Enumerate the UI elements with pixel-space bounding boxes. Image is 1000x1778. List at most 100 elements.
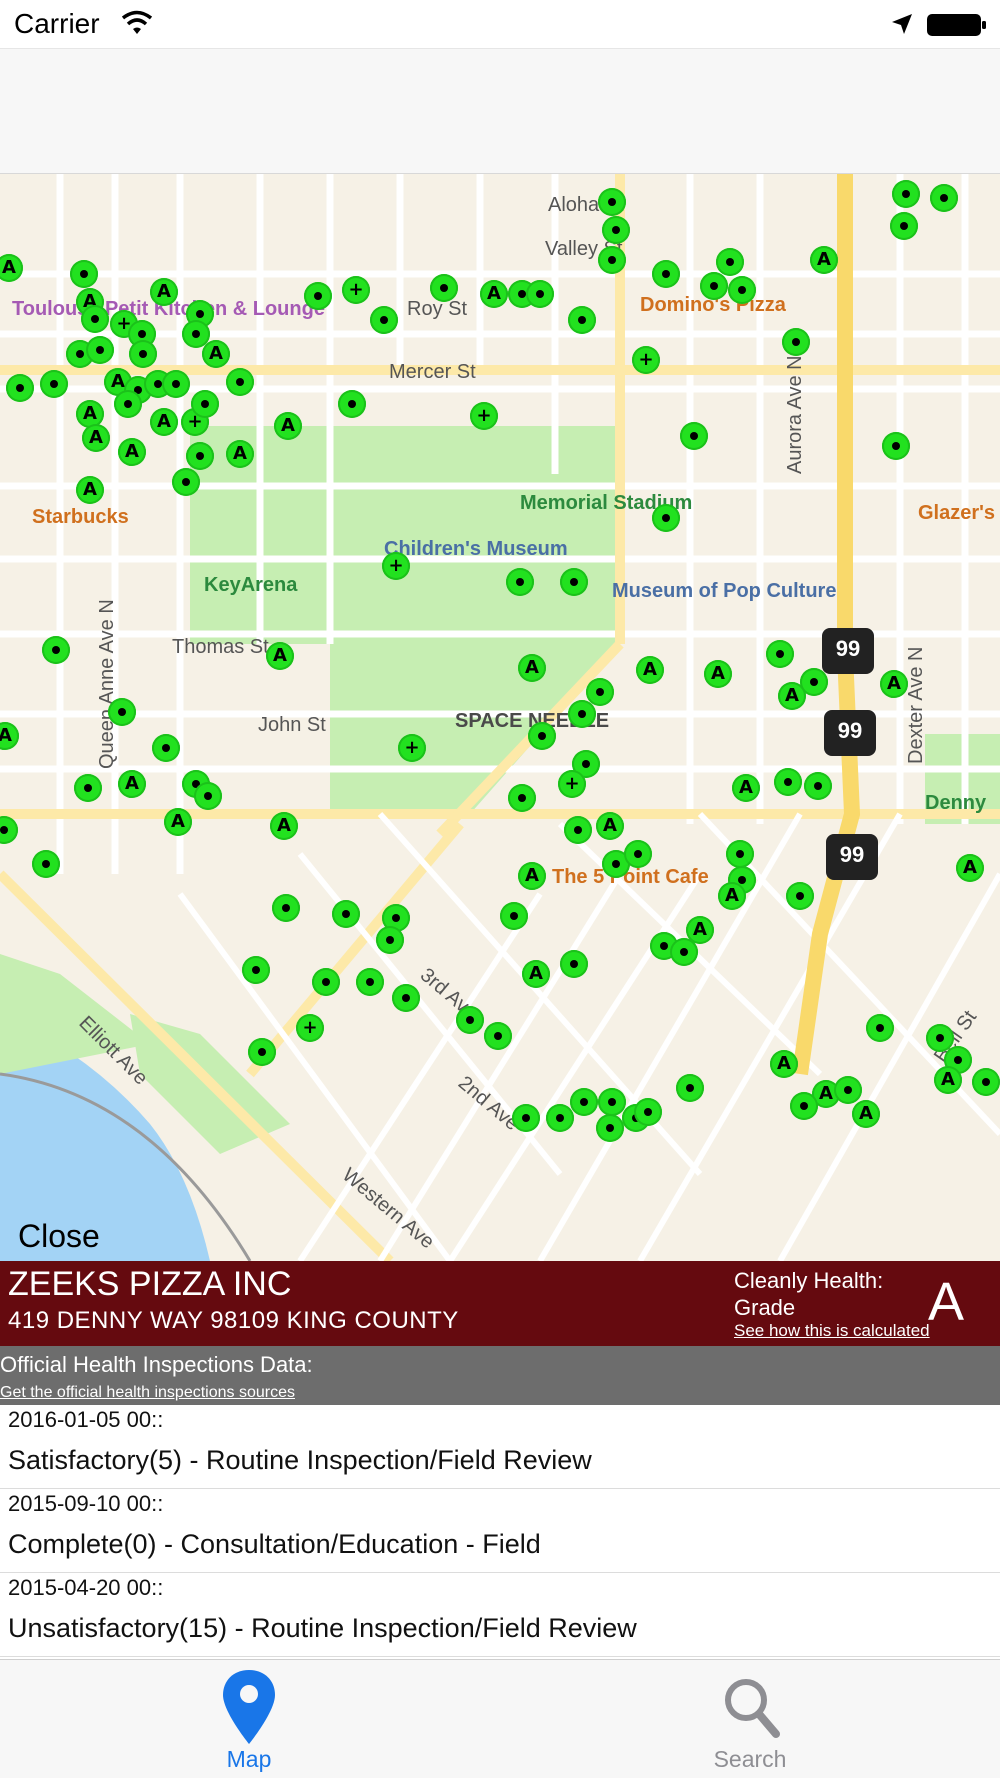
restaurant-marker[interactable]: A [480, 280, 508, 308]
restaurant-marker[interactable]: A [852, 1100, 880, 1128]
restaurant-marker[interactable] [586, 678, 614, 706]
restaurant-marker[interactable]: A [732, 774, 760, 802]
restaurant-marker[interactable] [242, 956, 270, 984]
restaurant-marker[interactable]: A [76, 476, 104, 504]
restaurant-marker[interactable] [596, 1114, 624, 1142]
restaurant-marker[interactable] [890, 212, 918, 240]
restaurant-marker[interactable] [528, 722, 556, 750]
inspection-row[interactable]: 2016-01-05 00:: Satisfactory(5) - Routin… [0, 1405, 1000, 1489]
restaurant-marker[interactable] [564, 816, 592, 844]
restaurant-marker[interactable] [512, 1104, 540, 1132]
restaurant-marker[interactable]: + [296, 1014, 324, 1042]
restaurant-marker[interactable]: A [518, 862, 546, 890]
restaurant-marker[interactable] [652, 260, 680, 288]
restaurant-marker[interactable] [728, 276, 756, 304]
restaurant-marker[interactable]: + [398, 734, 426, 762]
restaurant-marker[interactable]: A [596, 812, 624, 840]
restaurant-marker[interactable] [972, 1068, 1000, 1096]
restaurant-marker[interactable] [774, 768, 802, 796]
restaurant-marker[interactable]: + [470, 402, 498, 430]
restaurant-marker[interactable]: A [150, 408, 178, 436]
inspection-row[interactable]: 2015-04-20 00:: Unsatisfactory(15) - Rou… [0, 1573, 1000, 1657]
restaurant-marker[interactable]: A [718, 882, 746, 910]
restaurant-marker[interactable] [882, 432, 910, 460]
restaurant-marker[interactable] [272, 894, 300, 922]
restaurant-marker[interactable] [191, 390, 219, 418]
restaurant-marker[interactable] [680, 422, 708, 450]
restaurant-marker[interactable]: A [636, 656, 664, 684]
restaurant-marker[interactable] [370, 306, 398, 334]
restaurant-marker[interactable] [86, 336, 114, 364]
restaurant-marker[interactable] [766, 640, 794, 668]
restaurant-marker[interactable]: A [266, 642, 294, 670]
restaurant-marker[interactable]: A [202, 340, 230, 368]
restaurant-marker[interactable] [114, 390, 142, 418]
close-button[interactable]: Close [18, 1218, 100, 1255]
restaurant-marker[interactable]: A [810, 246, 838, 274]
restaurant-marker[interactable] [786, 882, 814, 910]
restaurant-marker[interactable] [332, 900, 360, 928]
restaurant-marker[interactable]: A [226, 440, 254, 468]
restaurant-marker[interactable] [892, 180, 920, 208]
restaurant-marker[interactable] [6, 374, 34, 402]
restaurant-marker[interactable] [312, 968, 340, 996]
restaurant-marker[interactable]: A [934, 1066, 962, 1094]
restaurant-marker[interactable] [74, 774, 102, 802]
restaurant-marker[interactable] [804, 772, 832, 800]
restaurant-marker[interactable] [560, 568, 588, 596]
restaurant-marker[interactable]: A [164, 808, 192, 836]
restaurant-marker[interactable] [700, 272, 728, 300]
restaurant-marker[interactable] [162, 370, 190, 398]
restaurant-marker[interactable]: A [274, 412, 302, 440]
restaurant-marker[interactable]: A [118, 438, 146, 466]
restaurant-marker[interactable] [560, 950, 588, 978]
restaurant-marker[interactable] [484, 1022, 512, 1050]
restaurant-marker[interactable]: A [956, 854, 984, 882]
restaurant-marker[interactable] [598, 188, 626, 216]
restaurant-marker[interactable] [430, 274, 458, 302]
grade-calculation-link[interactable]: See how this is calculated [734, 1321, 930, 1341]
restaurant-marker[interactable] [652, 504, 680, 532]
restaurant-marker[interactable] [129, 340, 157, 368]
restaurant-marker[interactable] [568, 700, 596, 728]
restaurant-marker[interactable] [602, 216, 630, 244]
restaurant-marker[interactable] [356, 968, 384, 996]
restaurant-marker[interactable] [670, 938, 698, 966]
tab-map[interactable]: Map [149, 1660, 349, 1778]
restaurant-marker[interactable]: A [82, 424, 110, 452]
restaurant-marker[interactable]: A [704, 660, 732, 688]
official-sources-link[interactable]: Get the official health inspections sour… [0, 1384, 295, 1402]
restaurant-marker[interactable] [108, 698, 136, 726]
restaurant-marker[interactable]: A [880, 670, 908, 698]
restaurant-marker[interactable] [716, 248, 744, 276]
restaurant-marker[interactable]: A [150, 278, 178, 306]
restaurant-marker[interactable] [508, 784, 536, 812]
restaurant-marker[interactable] [81, 305, 109, 333]
restaurant-marker[interactable]: + [632, 346, 660, 374]
restaurant-marker[interactable] [456, 1006, 484, 1034]
restaurant-marker[interactable] [930, 184, 958, 212]
restaurant-marker[interactable] [40, 370, 68, 398]
restaurant-marker[interactable] [152, 734, 180, 762]
restaurant-marker[interactable] [42, 636, 70, 664]
restaurant-marker[interactable]: + [382, 552, 410, 580]
restaurant-marker[interactable] [226, 368, 254, 396]
restaurant-marker[interactable] [726, 840, 754, 868]
restaurant-marker[interactable]: A [770, 1050, 798, 1078]
restaurant-marker[interactable] [676, 1074, 704, 1102]
restaurant-marker[interactable] [598, 1088, 626, 1116]
restaurant-marker[interactable] [546, 1104, 574, 1132]
restaurant-marker[interactable] [526, 280, 554, 308]
restaurant-marker[interactable] [506, 568, 534, 596]
restaurant-marker[interactable] [376, 926, 404, 954]
restaurant-marker[interactable] [634, 1098, 662, 1126]
restaurant-marker[interactable] [392, 984, 420, 1012]
restaurant-marker[interactable] [338, 390, 366, 418]
map-view[interactable]: Aloha St Valley St Roy St Mercer St Thom… [0, 174, 1000, 1261]
inspections-list[interactable]: 2016-01-05 00:: Satisfactory(5) - Routin… [0, 1405, 1000, 1659]
restaurant-marker[interactable]: + [342, 276, 370, 304]
restaurant-marker[interactable] [248, 1038, 276, 1066]
restaurant-marker[interactable]: + [558, 770, 586, 798]
restaurant-marker[interactable] [800, 668, 828, 696]
restaurant-marker[interactable] [866, 1014, 894, 1042]
